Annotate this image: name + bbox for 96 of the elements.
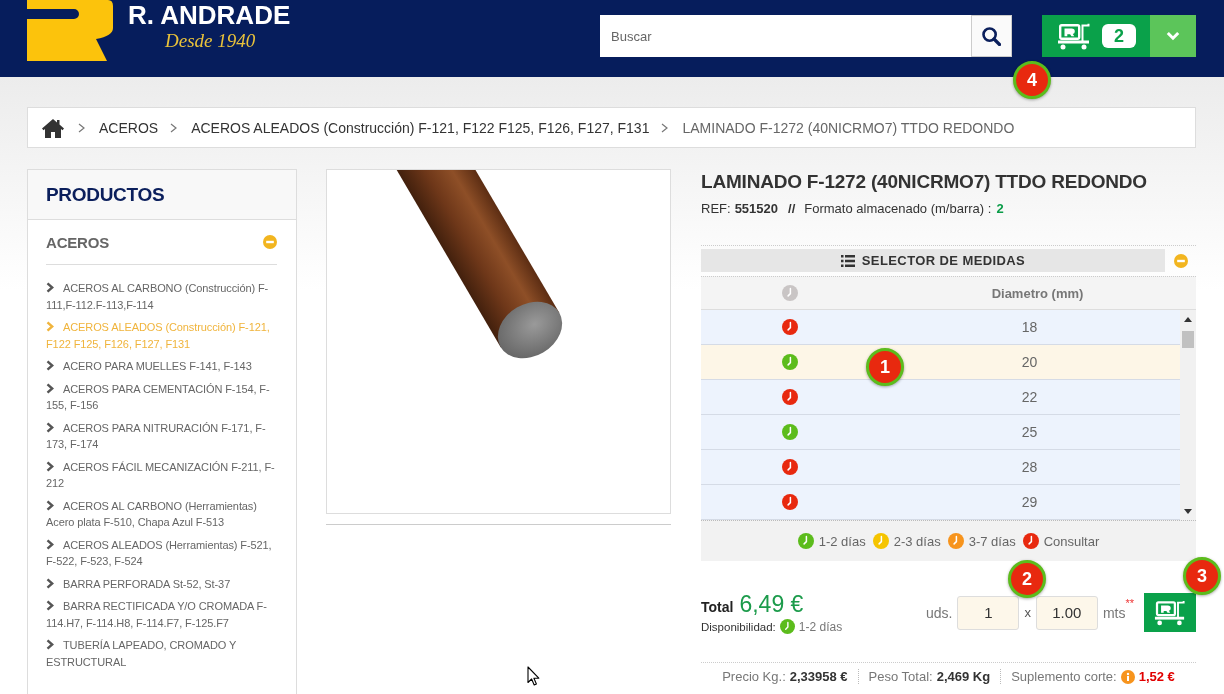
chevron-right-icon — [78, 122, 85, 133]
category-link[interactable]: TUBERÍA LAPEADO, CROMADO Y ESTRUCTURAL — [46, 637, 277, 670]
breadcrumb-link[interactable]: ACEROS ALEADOS (Construcción) F-121, F122 F125, F126, F127, F131 — [191, 119, 650, 136]
table-cell: 20 — [1021, 354, 1038, 370]
chevron-right-icon — [46, 577, 54, 589]
multiply-sign: x — [1024, 605, 1031, 620]
column-header: Diametro (mm) — [991, 286, 1084, 301]
separator-text: // — [788, 201, 796, 217]
length-unit: mts — [1102, 604, 1126, 621]
legend-label: 1-2 días — [818, 533, 866, 549]
add-to-cart-button[interactable] — [1144, 593, 1196, 632]
category-link[interactable]: ACERO PARA MUELLES F-141, F-143 — [46, 358, 277, 375]
search-icon — [982, 26, 1001, 46]
footnote-mark: ** — [1125, 597, 1134, 609]
length-field[interactable]: 1.00 — [1035, 595, 1098, 630]
clock-icon — [782, 285, 798, 301]
cart-button[interactable]: 2 — [1042, 15, 1150, 57]
table-cell: 29 — [1021, 494, 1038, 510]
search-field[interactable]: Buscar — [600, 15, 971, 57]
total-label: Total — [701, 599, 734, 615]
table-cell: 22 — [1021, 389, 1038, 405]
step-marker: 4 — [1013, 61, 1051, 99]
scrollbar-thumb[interactable] — [1182, 331, 1194, 348]
sidebar-title: PRODUCTOS — [46, 183, 165, 206]
legend-label: 2-3 días — [893, 533, 941, 549]
selector-title: SELECTOR DE MEDIDAS — [861, 253, 1026, 268]
units-label: uds. — [925, 604, 953, 621]
ref-value: 551520 — [734, 201, 778, 217]
chevron-right-icon — [46, 282, 54, 293]
chevron-right-icon — [46, 321, 54, 332]
collapse-icon[interactable] — [263, 235, 277, 249]
category-link[interactable]: ACEROS AL CARBONO (Herramientas) Acero plata F-510, Chapa Azul F-513 — [46, 497, 277, 531]
size-row[interactable]: 25 — [701, 415, 1180, 450]
availability-value: 1-2 días — [798, 619, 843, 634]
chevron-right-icon — [46, 460, 54, 472]
summary-label: Precio Kg.: — [722, 669, 786, 684]
brand-tagline: Desde 1940 — [165, 31, 257, 51]
breadcrumb-link[interactable]: ACEROS — [99, 119, 159, 136]
chevron-right-icon — [46, 421, 54, 433]
format-value: 2 — [996, 201, 1004, 217]
format-label: Formato almacenado (m/barra) : — [804, 201, 992, 217]
category-link[interactable]: ACEROS FÁCIL MECANIZACIÓN F-211, F-212 — [46, 458, 277, 492]
size-row[interactable]: 28 — [701, 450, 1180, 485]
category-link[interactable]: ACEROS AL CARBONO (Construcción) F-111,F-112.F-113,F-114 — [46, 280, 277, 313]
legend-label: 3-7 días — [968, 533, 1016, 549]
chevron-right-icon — [46, 600, 54, 611]
summary-value: 1,52 € — [1138, 669, 1175, 684]
cart-icon — [1057, 22, 1091, 50]
category-link[interactable]: ACEROS PARA NITRURACIÓN F-171, F-173, F-174 — [46, 419, 277, 453]
cart-count: 2 — [1102, 24, 1136, 48]
table-cell: 18 — [1021, 319, 1038, 335]
scrollbar[interactable] — [1180, 310, 1196, 520]
category-link[interactable]: BARRA RECTIFICADA Y/O CROMADA F-114.H7, F-114.H8, F-114.F7, F-125.F7 — [46, 598, 277, 631]
cart-dropdown-button[interactable] — [1150, 15, 1196, 57]
list-icon — [840, 254, 855, 267]
breadcrumb-current: LAMINADO F-1272 (40NICRMO7) TTDO REDONDO — [682, 119, 1015, 136]
chevron-down-icon — [1166, 31, 1180, 41]
size-row[interactable]: 22 — [701, 380, 1180, 415]
selector-header[interactable]: SELECTOR DE MEDIDAS — [701, 249, 1165, 272]
step-marker: 2 — [1008, 560, 1046, 598]
info-icon[interactable] — [1120, 669, 1135, 684]
category-link[interactable]: BARRA PERFORADA St-52, St-37 — [46, 575, 277, 592]
size-row[interactable]: 18 — [701, 310, 1180, 345]
collapse-icon[interactable] — [1173, 253, 1188, 268]
summary-label: Peso Total: — [868, 669, 933, 684]
logo-icon — [27, 0, 113, 61]
chevron-right-icon — [46, 360, 54, 371]
category-link[interactable]: ACEROS ALEADOS (Herramientas) F-521, F-522, F-523, F-524 — [46, 536, 277, 570]
summary-value: 2,469 Kg — [936, 669, 991, 684]
caret-down-icon[interactable] — [1184, 509, 1192, 514]
brand-name: R. ANDRADE — [128, 0, 291, 31]
caret-up-icon[interactable] — [1184, 317, 1192, 322]
category-heading: ACEROS — [46, 233, 109, 251]
cursor-icon — [527, 666, 540, 686]
chevron-right-icon — [46, 382, 54, 394]
chevron-right-icon — [46, 538, 54, 550]
chevron-right-icon — [46, 639, 54, 650]
table-cell: 25 — [1021, 424, 1038, 440]
availability-label: Disponibilidad: — [701, 620, 776, 633]
home-icon[interactable] — [42, 117, 64, 138]
summary-label: Suplemento corte: — [1011, 669, 1117, 684]
units-field[interactable]: 1 — [957, 595, 1020, 630]
product-title: LAMINADO F-1272 (40NICRMO7) TTDO REDONDO — [701, 170, 1148, 194]
chevron-right-icon — [170, 122, 178, 133]
step-marker: 3 — [1183, 557, 1221, 595]
total-price: 6,49 € — [739, 591, 804, 618]
ref-label: REF: — [701, 201, 731, 217]
cart-icon — [1154, 599, 1186, 626]
category-link[interactable]: ACEROS PARA CEMENTACIÓN F-154, F-155, F-156 — [46, 380, 277, 414]
chevron-right-icon — [46, 499, 54, 511]
chevron-right-icon — [661, 122, 669, 133]
table-cell: 28 — [1021, 459, 1038, 475]
legend-label: Consultar — [1043, 533, 1100, 549]
size-row[interactable]: 29 — [701, 485, 1180, 520]
search-button[interactable] — [971, 15, 1012, 57]
summary-value: 2,33958 € — [789, 669, 848, 684]
